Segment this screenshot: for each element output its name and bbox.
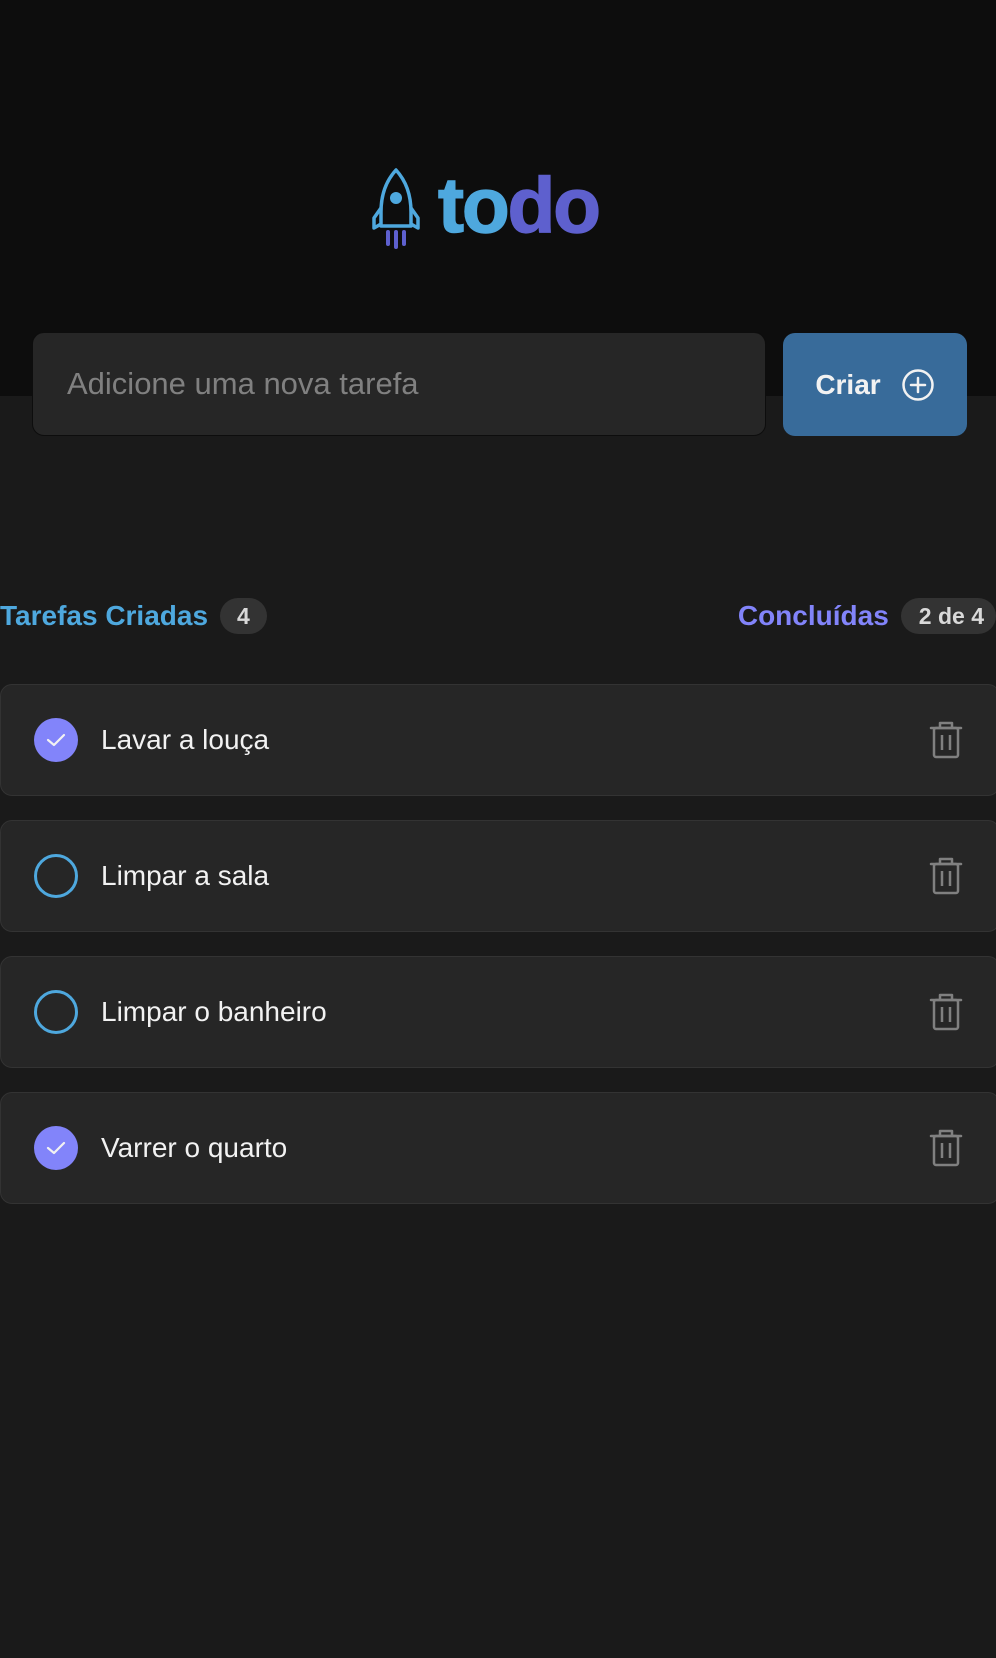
completed-tasks-counter: Concluídas 2 de 4 xyxy=(738,598,996,634)
trash-icon[interactable] xyxy=(929,1129,963,1167)
task-checkbox-unchecked[interactable] xyxy=(34,990,78,1034)
task-checkbox-checked[interactable] xyxy=(34,718,78,762)
task-text: Limpar a sala xyxy=(101,860,270,891)
trash-icon[interactable] xyxy=(929,721,963,759)
logo-text-to: to xyxy=(437,161,510,249)
task-item: Lavar a louça xyxy=(0,684,996,796)
task-checkbox-checked[interactable] xyxy=(34,1126,78,1170)
create-button[interactable]: Criar xyxy=(783,333,967,436)
created-tasks-label: Tarefas Criadas xyxy=(0,600,209,631)
trash-icon[interactable] xyxy=(929,857,963,895)
new-task-input[interactable] xyxy=(32,332,766,436)
completed-tasks-label: Concluídas xyxy=(737,600,889,631)
logo-text-do: do xyxy=(507,161,602,249)
plus-circle-icon xyxy=(901,368,934,401)
task-text: Lavar a louça xyxy=(101,724,270,755)
create-button-label: Criar xyxy=(815,368,881,400)
task-item: Varrer o quarto xyxy=(0,1092,996,1204)
task-item: Limpar a sala xyxy=(0,820,996,932)
check-icon xyxy=(46,733,66,747)
logo-text: todo xyxy=(437,165,601,245)
created-tasks-counter: Tarefas Criadas 4 xyxy=(0,598,267,634)
task-text: Varrer o quarto xyxy=(101,1132,288,1163)
created-tasks-badge: 4 xyxy=(220,598,267,634)
task-summary: Tarefas Criadas 4 Concluídas 2 de 4 xyxy=(0,598,996,634)
logo: todo xyxy=(372,160,602,250)
completed-tasks-badge: 2 de 4 xyxy=(900,598,996,634)
task-item: Limpar o banheiro xyxy=(0,956,996,1068)
task-checkbox-unchecked[interactable] xyxy=(34,854,78,898)
task-text: Limpar o banheiro xyxy=(101,996,327,1027)
rocket-icon xyxy=(372,168,420,249)
check-icon xyxy=(46,1141,66,1155)
trash-icon[interactable] xyxy=(929,993,963,1031)
